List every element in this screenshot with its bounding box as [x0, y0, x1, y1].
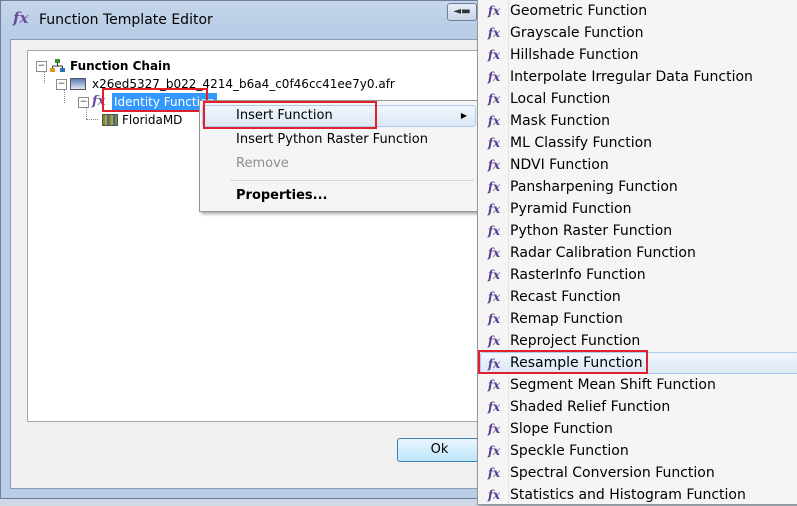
fx-icon: fx	[487, 466, 501, 480]
fx-icon: fx	[487, 444, 501, 458]
submenu-item[interactable]: fx Slope Function	[480, 418, 797, 440]
collapse-icon[interactable]: −	[78, 97, 89, 108]
fx-icon: fx	[487, 488, 501, 502]
submenu-item-label: Slope Function	[510, 421, 613, 437]
submenu-item[interactable]: fx Hillshade Function	[480, 44, 797, 66]
fx-icon: fx	[487, 4, 501, 18]
submenu-item-label: Geometric Function	[510, 3, 648, 19]
ok-button[interactable]: Ok	[397, 438, 482, 462]
submenu-item[interactable]: fx Shaded Relief Function	[480, 396, 797, 418]
submenu-item[interactable]: fx RasterInfo Function	[480, 264, 797, 286]
tree-connector	[44, 71, 45, 83]
submenu-item-label: Speckle Function	[510, 443, 629, 459]
fx-icon: fx	[487, 224, 501, 238]
submenu-item-label: ML Classify Function	[510, 135, 653, 151]
function-chain-icon	[50, 59, 65, 72]
submenu-item-label: Segment Mean Shift Function	[510, 377, 716, 393]
fx-icon: fx	[487, 180, 501, 194]
fx-icon: fx	[487, 70, 501, 84]
submenu-item-label: Grayscale Function	[510, 25, 644, 41]
insert-function-submenu: fx Geometric Function fx Grayscale Function…	[477, 0, 797, 505]
submenu-item[interactable]: fx Remap Function	[480, 308, 797, 330]
submenu-item-label: Pansharpening Function	[510, 179, 678, 195]
submenu-item[interactable]: fx Pyramid Function	[480, 198, 797, 220]
submenu-item-label: Statistics and Histogram Function	[510, 487, 746, 503]
submenu-item[interactable]: fx Segment Mean Shift Function	[480, 374, 797, 396]
fx-icon: fx	[487, 268, 501, 282]
submenu-item-label: Local Function	[510, 91, 611, 107]
raster-template-icon	[70, 78, 86, 90]
submenu-item-label: RasterInfo Function	[510, 267, 646, 283]
submenu-item-label: Radar Calibration Function	[510, 245, 696, 261]
highlight-box-resample-function	[478, 350, 648, 374]
submenu-item-label: Remap Function	[510, 311, 623, 327]
submenu-item[interactable]: fx NDVI Function	[480, 154, 797, 176]
submenu-item-label: Python Raster Function	[510, 223, 673, 239]
submenu-item[interactable]: fx Speckle Function	[480, 440, 797, 462]
fx-icon: fx	[487, 422, 501, 436]
submenu-item[interactable]: fx Grayscale Function	[480, 22, 797, 44]
submenu-item-label: NDVI Function	[510, 157, 609, 173]
highlight-box-identity-function	[102, 88, 208, 112]
raster-label: FloridaMD	[122, 113, 183, 127]
submenu-item[interactable]: fx Python Raster Function	[480, 220, 797, 242]
submenu-item[interactable]: fx Local Function	[480, 88, 797, 110]
fx-icon: fx	[487, 246, 501, 260]
submenu-item-label: Recast Function	[510, 289, 621, 305]
submenu-item[interactable]: fx Mask Function	[480, 110, 797, 132]
menu-item-properties[interactable]: Properties...	[202, 185, 476, 207]
submenu-item[interactable]: fx Recast Function	[480, 286, 797, 308]
submenu-item-label: Hillshade Function	[510, 47, 639, 63]
submenu-item-label: Pyramid Function	[510, 201, 632, 217]
fx-icon: fx	[487, 26, 501, 40]
submenu-item-label: Interpolate Irregular Data Function	[510, 69, 753, 85]
submenu-item-label: Reproject Function	[510, 333, 641, 349]
raster-icon	[102, 114, 118, 126]
highlight-box-insert-function	[203, 101, 377, 129]
menu-item-remove[interactable]: Remove	[202, 153, 476, 175]
fx-icon: fx	[487, 48, 501, 62]
fx-icon: fx	[487, 290, 501, 304]
fx-icon: fx	[487, 92, 501, 106]
fx-icon: fx	[487, 114, 501, 128]
submenu-item-label: Mask Function	[510, 113, 611, 129]
submenu-item[interactable]: fx Statistics and Histogram Function	[480, 484, 797, 506]
fx-icon: fx	[487, 334, 501, 348]
menu-separator	[230, 180, 474, 181]
submenu-item[interactable]: fx Reproject Function	[480, 330, 797, 352]
fx-icon: fx	[13, 9, 29, 27]
fx-icon: fx	[487, 378, 501, 392]
fx-icon: fx	[487, 400, 501, 414]
window-title: Function Template Editor	[39, 12, 213, 28]
submenu-item[interactable]: fx Radar Calibration Function	[480, 242, 797, 264]
submenu-item[interactable]: fx ML Classify Function	[480, 132, 797, 154]
submenu-item-label: Spectral Conversion Function	[510, 465, 715, 481]
fx-icon: fx	[487, 158, 501, 172]
tree-connector	[86, 119, 98, 120]
collapse-icon[interactable]: −	[36, 61, 47, 72]
submenu-item[interactable]: fx Geometric Function	[480, 0, 797, 22]
submenu-item[interactable]: fx Spectral Conversion Function	[480, 462, 797, 484]
submenu-item-label: Shaded Relief Function	[510, 399, 671, 415]
tree-connector	[86, 107, 87, 119]
function-chain-label: Function Chain	[70, 59, 171, 73]
tree-connector	[64, 89, 65, 103]
fx-icon: fx	[487, 136, 501, 150]
collapse-icon[interactable]: −	[56, 79, 67, 90]
submenu-arrow-icon: ▶	[460, 111, 467, 120]
submenu-item[interactable]: fx Interpolate Irregular Data Function	[480, 66, 797, 88]
fx-icon: fx	[487, 312, 501, 326]
fx-icon: fx	[487, 202, 501, 216]
menu-item-insert-python-raster-function[interactable]: Insert Python Raster Function	[202, 129, 476, 151]
submenu-item[interactable]: fx Pansharpening Function	[480, 176, 797, 198]
system-button[interactable]: ◄▬	[447, 3, 477, 21]
